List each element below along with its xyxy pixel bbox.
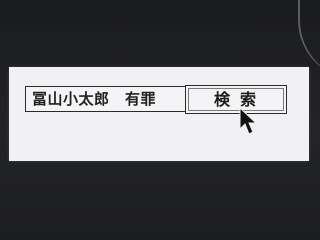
- search-input[interactable]: 冨山小太郎 有罪: [25, 86, 191, 112]
- arrow-cursor-icon: [239, 107, 258, 135]
- search-button[interactable]: 検索: [185, 85, 287, 114]
- search-panel: 冨山小太郎 有罪 検索: [9, 67, 309, 161]
- screen: 冨山小太郎 有罪 検索: [0, 0, 320, 240]
